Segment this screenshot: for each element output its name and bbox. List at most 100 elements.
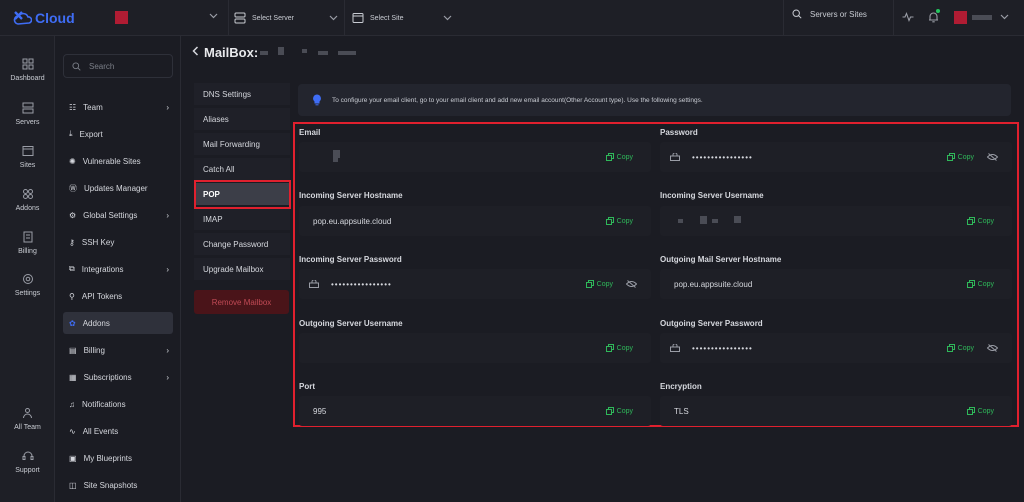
rail-item-billing[interactable]: Billing	[0, 231, 55, 255]
copy-label: Copy	[616, 344, 633, 352]
encryption-label: Encryption	[660, 382, 702, 391]
outgoing-user-field[interactable]: Copy	[299, 333, 651, 363]
tab-upgrade-mailbox[interactable]: Upgrade Mailbox	[194, 258, 290, 280]
sidebar-item-global-settings[interactable]: ⚙ Global Settings ›	[63, 204, 173, 226]
user-avatar[interactable]	[954, 11, 967, 24]
tab-mail-forwarding[interactable]: Mail Forwarding	[194, 133, 290, 155]
port-label: Port	[299, 382, 315, 391]
mailbox-name-redacted	[302, 49, 307, 53]
tab-catch-all[interactable]: Catch All	[194, 158, 290, 180]
copy-label: Copy	[977, 217, 994, 225]
copy-incoming-user-button[interactable]: Copy	[966, 217, 994, 225]
team-avatar[interactable]	[115, 11, 128, 24]
rail-item-addons[interactable]: Addons	[0, 188, 55, 212]
back-chevron-icon[interactable]	[192, 46, 199, 56]
copy-incoming-password-button[interactable]: Copy	[585, 280, 613, 288]
support-icon	[22, 451, 33, 460]
tab-change-password[interactable]: Change Password	[194, 233, 290, 255]
rail-item-all-team[interactable]: All Team	[0, 407, 55, 431]
rail-item-settings[interactable]: Settings	[0, 273, 55, 297]
rail-item-support[interactable]: Support	[0, 450, 55, 474]
rail-item-servers[interactable]: Servers	[0, 102, 55, 126]
tab-aliases[interactable]: Aliases	[194, 108, 290, 130]
eye-off-icon[interactable]	[987, 344, 998, 352]
encryption-field[interactable]: TLS Copy	[660, 396, 1012, 426]
outgoing-host-field[interactable]: pop.eu.appsuite.cloud Copy	[660, 269, 1012, 299]
sidebar-item-integrations[interactable]: ⧉ Integrations ›	[63, 258, 173, 280]
chevron-down-icon[interactable]	[1000, 14, 1009, 20]
sidebar-item-addons[interactable]: ✿ Addons	[63, 312, 173, 334]
copy-label: Copy	[616, 153, 633, 161]
copy-icon	[966, 280, 975, 288]
rail-item-dashboard[interactable]: Dashboard	[0, 58, 55, 82]
tab-imap[interactable]: IMAP	[194, 208, 290, 230]
eye-off-icon[interactable]	[626, 280, 637, 288]
highlight-box-pop-tab	[194, 180, 291, 209]
activity-icon[interactable]	[902, 11, 914, 23]
copy-email-button[interactable]: Copy	[605, 153, 633, 161]
sidebar-item-export[interactable]: ⤓ Export	[63, 123, 173, 145]
sidebar-item-site-snapshots[interactable]: ◫ Site Snapshots	[63, 474, 173, 496]
port-field[interactable]: 995 Copy	[299, 396, 651, 426]
select-server-dropdown[interactable]: Select Server	[234, 9, 338, 27]
gear-icon: ⚙	[69, 210, 77, 220]
rail-label: Settings	[14, 290, 41, 297]
password-field[interactable]: •••••••••••••••• Copy	[660, 142, 1012, 172]
lightbulb-icon	[313, 94, 321, 106]
mailbox-name-redacted	[260, 51, 268, 55]
copy-port-button[interactable]: Copy	[605, 407, 633, 415]
page-title: MailBox:	[204, 45, 259, 60]
rail-label: Addons	[15, 205, 40, 212]
copy-outgoing-password-button[interactable]: Copy	[946, 344, 974, 352]
team-icon	[23, 408, 32, 419]
copy-label: Copy	[596, 280, 613, 288]
sidebar-item-label: Vulnerable Sites	[82, 156, 141, 166]
username-redacted	[712, 219, 718, 223]
remove-mailbox-button[interactable]: Remove Mailbox	[194, 290, 289, 314]
copy-outgoing-host-button[interactable]: Copy	[966, 280, 994, 288]
divider	[228, 0, 229, 36]
eye-off-icon[interactable]	[987, 153, 998, 161]
select-site-label: Select Site	[370, 14, 404, 22]
sidebar-item-ssh-key[interactable]: ⚷ SSH Key	[63, 231, 173, 253]
divider	[783, 0, 784, 36]
server-icon	[234, 12, 246, 24]
chevron-down-icon[interactable]	[209, 13, 218, 19]
export-icon: ⤓	[69, 129, 73, 138]
sidebar-item-api-tokens[interactable]: ⚲ API Tokens	[63, 285, 173, 307]
copy-password-button[interactable]: Copy	[946, 153, 974, 161]
outgoing-password-label: Outgoing Server Password	[660, 319, 763, 328]
sidebar-item-all-events[interactable]: ∿ All Events	[63, 420, 173, 442]
global-search[interactable]: Servers or Sites	[792, 9, 867, 19]
copy-outgoing-user-button[interactable]: Copy	[605, 344, 633, 352]
sidebar-search-input[interactable]: Search	[63, 54, 173, 78]
outgoing-password-value: ••••••••••••••••	[692, 343, 753, 353]
incoming-user-field[interactable]: Copy	[660, 206, 1012, 236]
tab-dns-settings[interactable]: DNS Settings	[194, 83, 290, 105]
incoming-password-field[interactable]: •••••••••••••••• Copy	[299, 269, 651, 299]
rail-item-sites[interactable]: Sites	[0, 145, 55, 169]
sidebar-item-team[interactable]: ☷ Team ›	[63, 96, 173, 118]
sidebar-item-updates-manager[interactable]: Ⓦ Updates Manager	[63, 177, 173, 199]
sidebar-item-billing[interactable]: ▤ Billing ›	[63, 339, 173, 361]
divider	[344, 0, 345, 36]
chevron-right-icon: ›	[166, 210, 169, 220]
copy-incoming-host-button[interactable]: Copy	[605, 217, 633, 225]
sidebar-item-label: All Events	[82, 426, 119, 436]
global-search-label: Servers or Sites	[810, 9, 867, 19]
outgoing-password-field[interactable]: •••••••••••••••• Copy	[660, 333, 1012, 363]
incoming-host-field[interactable]: pop.eu.appsuite.cloud Copy	[299, 206, 651, 236]
rail-label: Billing	[18, 248, 37, 255]
outgoing-host-value: pop.eu.appsuite.cloud	[674, 279, 753, 289]
sidebar-item-subscriptions[interactable]: ▦ Subscriptions ›	[63, 366, 173, 388]
sidebar-item-notifications[interactable]: ♫ Notifications	[63, 393, 173, 415]
sidebar-item-my-blueprints[interactable]: ▣ My Blueprints	[63, 447, 173, 469]
username-redacted	[678, 219, 683, 223]
select-site-dropdown[interactable]: Select Site	[352, 9, 452, 27]
copy-label: Copy	[616, 407, 633, 415]
copy-encryption-button[interactable]: Copy	[966, 407, 994, 415]
brand-logo[interactable]: Cloud	[12, 9, 75, 27]
sidebar-item-vulnerable-sites[interactable]: ✺ Vulnerable Sites	[63, 150, 173, 172]
sidebar-item-label: Notifications	[82, 399, 126, 409]
email-field[interactable]: Copy	[299, 142, 651, 172]
